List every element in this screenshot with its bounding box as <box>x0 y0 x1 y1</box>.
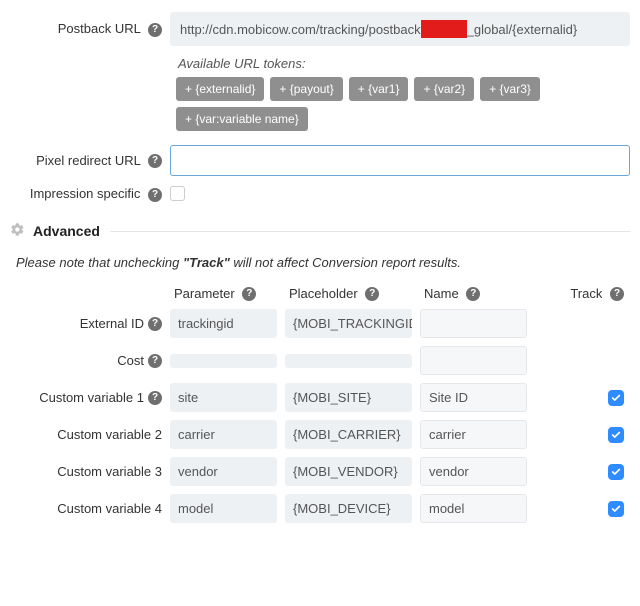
advanced-title: Advanced <box>33 223 100 239</box>
placeholder-field[interactable]: {MOBI_CARRIER} <box>285 420 412 449</box>
name-input[interactable] <box>420 457 527 486</box>
param-row: External ID? trackingid {MOBI_TRACKINGID} <box>10 309 630 338</box>
placeholder-field[interactable] <box>285 354 412 368</box>
help-icon[interactable]: ? <box>148 154 162 168</box>
help-icon[interactable]: ? <box>148 354 162 368</box>
track-checkbox[interactable] <box>608 464 624 480</box>
placeholder-field[interactable]: {MOBI_VENDOR} <box>285 457 412 486</box>
placeholder-field[interactable]: {MOBI_DEVICE} <box>285 494 412 523</box>
placeholder-field[interactable]: {MOBI_SITE} <box>285 383 412 412</box>
parameter-field[interactable]: model <box>170 494 277 523</box>
parameter-field[interactable]: vendor <box>170 457 277 486</box>
token-varname[interactable]: + {var:variable name} <box>176 107 308 131</box>
token-var1[interactable]: + {var1} <box>349 77 409 101</box>
token-var3[interactable]: + {var3} <box>480 77 540 101</box>
pixel-redirect-input[interactable] <box>170 145 630 176</box>
header-track: Track <box>570 286 602 301</box>
help-icon[interactable]: ? <box>148 317 162 331</box>
param-row: Custom variable 4 model {MOBI_DEVICE} <box>10 494 630 523</box>
track-checkbox[interactable] <box>608 390 624 406</box>
token-externalid[interactable]: + {externalid} <box>176 77 264 101</box>
postback-url-input[interactable]: http://cdn.mobicow.com/tracking/postback… <box>170 12 630 46</box>
token-payout[interactable]: + {payout} <box>270 77 342 101</box>
divider <box>110 231 630 232</box>
postback-url-pre: http://cdn.mobicow.com/tracking/postback <box>180 22 421 37</box>
note-pre: Please note that unchecking <box>16 255 183 270</box>
name-input[interactable] <box>420 494 527 523</box>
help-icon[interactable]: ? <box>242 287 256 301</box>
row-label: Custom variable 2 <box>57 427 162 442</box>
note-post: will not affect Conversion report result… <box>230 255 461 270</box>
help-icon[interactable]: ? <box>148 188 162 202</box>
param-row: Cost? <box>10 346 630 375</box>
help-icon[interactable]: ? <box>365 287 379 301</box>
help-icon[interactable]: ? <box>610 287 624 301</box>
tokens-label: Available URL tokens: <box>178 56 630 71</box>
help-icon[interactable]: ? <box>148 23 162 37</box>
row-label: External ID <box>80 316 144 331</box>
parameter-field[interactable]: carrier <box>170 420 277 449</box>
row-label: Custom variable 4 <box>57 501 162 516</box>
impression-specific-checkbox[interactable] <box>170 186 185 201</box>
row-label: Custom variable 1 <box>39 390 144 405</box>
track-checkbox[interactable] <box>608 501 624 517</box>
impression-specific-label: Impression specific <box>30 186 141 201</box>
parameter-field[interactable]: site <box>170 383 277 412</box>
header-placeholder: Placeholder <box>289 286 358 301</box>
track-checkbox[interactable] <box>608 427 624 443</box>
advanced-note: Please note that unchecking "Track" will… <box>16 255 630 270</box>
name-input[interactable] <box>420 346 527 375</box>
redacted-block <box>421 20 467 38</box>
postback-url-post: _global/{externalid} <box>467 22 578 37</box>
param-row: Custom variable 1? site {MOBI_SITE} <box>10 383 630 412</box>
param-row: Custom variable 2 carrier {MOBI_CARRIER} <box>10 420 630 449</box>
param-row: Custom variable 3 vendor {MOBI_VENDOR} <box>10 457 630 486</box>
header-parameter: Parameter <box>174 286 235 301</box>
parameter-field[interactable]: trackingid <box>170 309 277 338</box>
placeholder-field[interactable]: {MOBI_TRACKINGID} <box>285 309 412 338</box>
pixel-redirect-label: Pixel redirect URL <box>36 153 140 168</box>
row-label: Cost <box>117 353 144 368</box>
parameter-field[interactable] <box>170 354 277 368</box>
row-label: Custom variable 3 <box>57 464 162 479</box>
name-input[interactable] <box>420 383 527 412</box>
name-input[interactable] <box>420 420 527 449</box>
header-name: Name <box>424 286 459 301</box>
help-icon[interactable]: ? <box>148 391 162 405</box>
postback-url-label: Postback URL <box>58 21 141 36</box>
name-input[interactable] <box>420 309 527 338</box>
note-bold: "Track" <box>183 255 230 270</box>
gear-icon <box>10 222 25 241</box>
token-var2[interactable]: + {var2} <box>414 77 474 101</box>
help-icon[interactable]: ? <box>466 287 480 301</box>
token-list: + {externalid} + {payout} + {var1} + {va… <box>170 77 630 131</box>
